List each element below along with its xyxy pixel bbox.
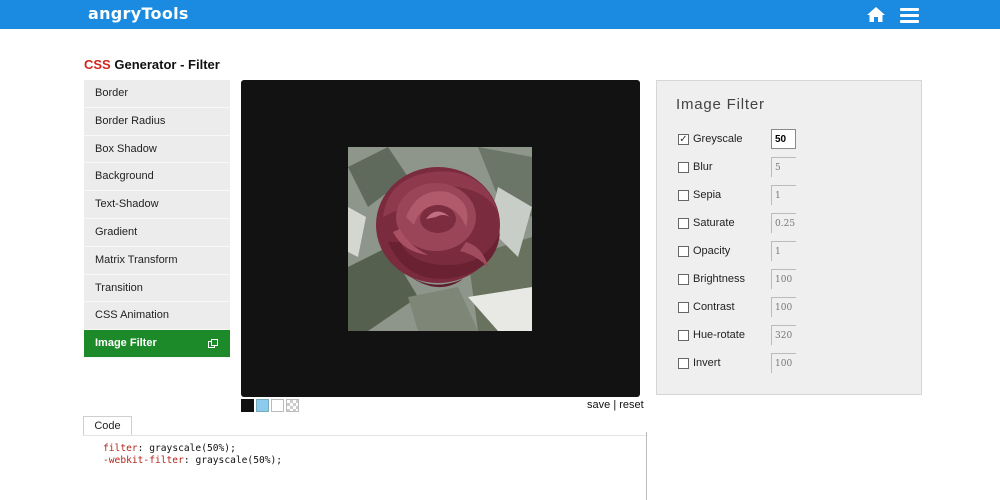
- actions-separator: |: [613, 399, 617, 411]
- sidebar-item-transition[interactable]: Transition: [84, 274, 230, 303]
- sidebar-item-css-animation[interactable]: CSS Animation: [84, 302, 230, 331]
- saturate-label: Saturate: [693, 217, 735, 229]
- image-filter-panel: Image Filter ✓ Greyscale Blur Sepia Satu…: [656, 80, 922, 395]
- sidebar-item-matrix-transform[interactable]: Matrix Transform: [84, 246, 230, 275]
- filter-row-sepia: Sepia: [678, 185, 908, 209]
- contrast-checkbox[interactable]: [678, 302, 689, 313]
- sidebar-item-box-shadow[interactable]: Box Shadow: [84, 135, 230, 164]
- code-line: -webkit-filter: grayscale(50%);: [103, 455, 283, 466]
- greyscale-checkbox[interactable]: ✓: [678, 134, 689, 145]
- opacity-checkbox[interactable]: [678, 246, 689, 257]
- hue-rotate-label: Hue-rotate: [693, 329, 745, 341]
- rose-photo: [348, 147, 532, 331]
- filter-row-greyscale: ✓ Greyscale: [678, 129, 908, 153]
- swatch-transparent[interactable]: [286, 399, 299, 412]
- css-code-output: filter: grayscale(50%); -webkit-filter: …: [103, 443, 282, 467]
- filter-row-saturate: Saturate: [678, 213, 908, 237]
- hue-rotate-checkbox[interactable]: [678, 330, 689, 341]
- top-navigation-bar: angryTools: [0, 0, 1000, 29]
- code-tab[interactable]: Code: [83, 416, 132, 436]
- tools-sidebar: Border Border Radius Box Shadow Backgrou…: [84, 80, 230, 358]
- brightness-checkbox[interactable]: [678, 274, 689, 285]
- filter-row-hue-rotate: Hue-rotate: [678, 325, 908, 349]
- invert-checkbox[interactable]: [678, 358, 689, 369]
- filter-row-contrast: Contrast: [678, 297, 908, 321]
- filter-row-opacity: Opacity: [678, 241, 908, 265]
- code-line: filter: grayscale(50%);: [103, 443, 236, 454]
- swatch-black[interactable]: [241, 399, 254, 412]
- preview-actions: save | reset: [587, 399, 644, 411]
- greyscale-label: Greyscale: [693, 133, 743, 145]
- saturate-input[interactable]: [771, 213, 796, 233]
- filter-row-brightness: Brightness: [678, 269, 908, 293]
- blur-input[interactable]: [771, 157, 796, 177]
- swatch-light-blue[interactable]: [256, 399, 269, 412]
- background-swatches: [241, 399, 301, 412]
- code-panel-edge: [646, 432, 647, 500]
- sepia-input[interactable]: [771, 185, 796, 205]
- sidebar-item-image-filter[interactable]: Image Filter: [84, 330, 230, 358]
- sidebar-item-border-radius[interactable]: Border Radius: [84, 107, 230, 136]
- panel-title: Image Filter: [676, 96, 765, 113]
- sidebar-item-background[interactable]: Background: [84, 163, 230, 192]
- filter-row-blur: Blur: [678, 157, 908, 181]
- sepia-checkbox[interactable]: [678, 190, 689, 201]
- saturate-checkbox[interactable]: [678, 218, 689, 229]
- opacity-input[interactable]: [771, 241, 796, 261]
- code-divider: [84, 435, 646, 436]
- save-link[interactable]: save: [587, 399, 610, 411]
- sepia-label: Sepia: [693, 189, 722, 201]
- invert-label: Invert: [693, 357, 721, 369]
- hamburger-menu-icon[interactable]: [900, 8, 919, 23]
- sidebar-item-text-shadow[interactable]: Text-Shadow: [84, 191, 230, 219]
- site-logo[interactable]: angryTools: [88, 4, 189, 23]
- blur-label: Blur: [693, 161, 713, 173]
- page-title: CSS Generator - Filter: [84, 57, 220, 72]
- opacity-label: Opacity: [693, 245, 731, 257]
- blur-checkbox[interactable]: [678, 162, 689, 173]
- filter-row-invert: Invert: [678, 353, 908, 377]
- sidebar-item-border[interactable]: Border: [84, 80, 230, 108]
- contrast-label: Contrast: [693, 301, 735, 313]
- reset-link[interactable]: reset: [619, 399, 643, 411]
- brightness-input[interactable]: [771, 269, 796, 289]
- popout-icon[interactable]: [208, 339, 218, 349]
- contrast-input[interactable]: [771, 297, 796, 317]
- sidebar-item-gradient[interactable]: Gradient: [84, 218, 230, 247]
- greyscale-input[interactable]: [771, 129, 796, 149]
- home-icon[interactable]: [866, 6, 886, 23]
- hue-rotate-input[interactable]: [771, 325, 796, 345]
- invert-input[interactable]: [771, 353, 796, 373]
- swatch-white[interactable]: [271, 399, 284, 412]
- preview-canvas: [241, 80, 640, 397]
- brightness-label: Brightness: [693, 273, 745, 285]
